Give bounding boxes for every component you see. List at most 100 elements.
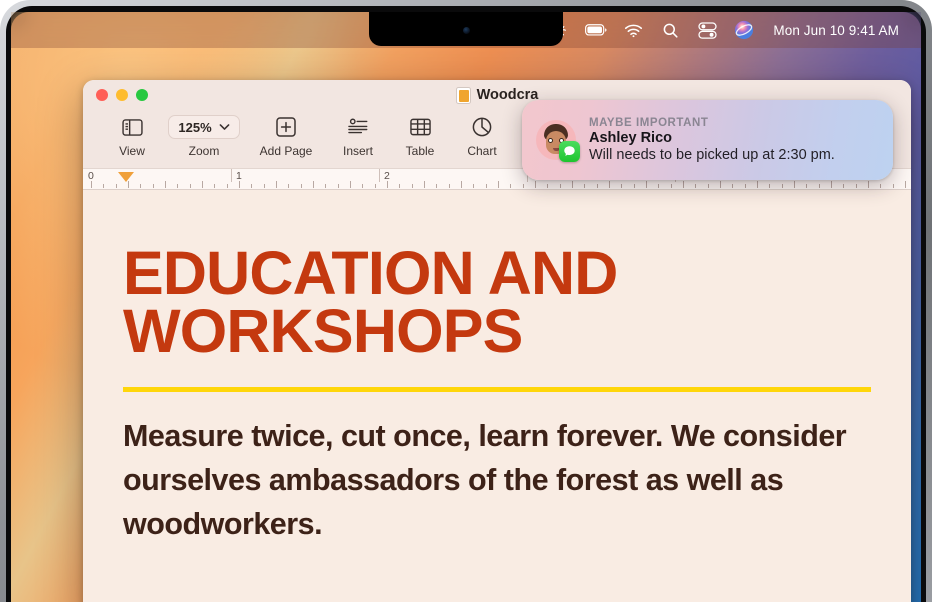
ruler-tick xyxy=(325,184,327,188)
notch xyxy=(369,12,563,46)
ruler-tick xyxy=(177,184,179,188)
ruler-tick xyxy=(683,181,684,188)
ruler-tick xyxy=(596,184,598,188)
insert-list-icon xyxy=(347,115,369,139)
ruler-tick xyxy=(189,184,191,188)
messages-icon xyxy=(559,141,580,162)
ruler-tick xyxy=(165,181,166,188)
ruler-tick xyxy=(263,184,265,188)
ruler-tick xyxy=(794,181,795,188)
toolbar-table-label: Table xyxy=(405,144,435,158)
ruler-tick xyxy=(411,184,413,188)
ruler-tick xyxy=(103,184,105,188)
ruler-tick xyxy=(905,181,906,188)
ruler-tick xyxy=(855,184,857,188)
ruler-tick xyxy=(485,184,487,188)
table-grid-icon xyxy=(409,115,431,139)
ruler-tick xyxy=(769,184,771,188)
ruler-tick xyxy=(831,181,832,188)
memoji-eye xyxy=(548,138,553,143)
ruler-tick xyxy=(473,184,475,188)
ruler-tick xyxy=(818,184,820,188)
ruler-tick xyxy=(868,181,869,188)
ruler-separator xyxy=(231,169,232,182)
toolbar-view-label: View xyxy=(119,144,145,158)
toolbar-view-button[interactable]: View xyxy=(101,112,163,158)
toolbar-add-page-button[interactable]: Add Page xyxy=(245,112,327,158)
screen: Mon Jun 10 9:41 AM Woodcra View 125% Zoo… xyxy=(11,12,921,602)
ruler-tick xyxy=(461,181,462,188)
ruler-tick xyxy=(757,181,758,188)
ruler-tick xyxy=(91,181,92,188)
ruler-tick xyxy=(646,181,647,188)
indent-marker-icon[interactable] xyxy=(118,172,134,182)
toolbar-insert-button[interactable]: Insert xyxy=(327,112,389,158)
ruler-tick xyxy=(510,184,512,188)
ruler-tick xyxy=(374,184,376,188)
ruler-tick xyxy=(288,184,290,188)
headline-rule xyxy=(123,386,871,392)
zoom-dropdown[interactable]: 125% xyxy=(168,115,240,139)
ruler-tick xyxy=(140,184,142,188)
wifi-icon[interactable] xyxy=(622,19,644,41)
ruler-tick xyxy=(128,181,129,188)
ruler-tick xyxy=(584,184,586,188)
notification-banner[interactable]: MAYBE IMPORTANT Ashley Rico Will needs t… xyxy=(522,100,893,180)
siri-icon[interactable] xyxy=(733,19,755,41)
ruler-tick xyxy=(744,184,746,188)
ruler-tick xyxy=(720,181,721,188)
ruler-tick xyxy=(214,184,216,188)
ruler-tick xyxy=(670,184,672,188)
ruler-tick xyxy=(313,181,314,188)
ruler-tick xyxy=(781,184,783,188)
ruler-separator xyxy=(379,169,380,182)
plus-square-icon xyxy=(276,115,296,139)
document-headline: EDUCATION AND WORKSHOPS xyxy=(123,239,618,365)
ruler-tick xyxy=(498,181,499,188)
toolbar-zoom-control[interactable]: 125% Zoom xyxy=(163,112,245,158)
toolbar-table-button[interactable]: Table xyxy=(389,112,451,158)
toolbar-chart-button[interactable]: Chart xyxy=(451,112,513,158)
battery-icon[interactable] xyxy=(585,19,607,41)
sidebar-icon xyxy=(121,115,143,139)
chevron-down-icon xyxy=(219,118,230,136)
camera-icon xyxy=(462,26,470,34)
notification-sender: Ashley Rico xyxy=(589,130,672,146)
notification-text-group: MAYBE IMPORTANT Ashley Rico Will needs t… xyxy=(589,117,835,163)
ruler-tick xyxy=(806,184,808,188)
ruler-tick xyxy=(843,184,845,188)
zoom-button[interactable] xyxy=(136,89,148,101)
document-canvas[interactable]: EDUCATION AND WORKSHOPS Measure twice, c… xyxy=(83,190,911,602)
menubar-clock[interactable]: Mon Jun 10 9:41 AM xyxy=(773,23,899,38)
ruler-tick xyxy=(387,181,388,188)
ruler-tick xyxy=(572,181,573,188)
laptop-bezel: Mon Jun 10 9:41 AM Woodcra View 125% Zoo… xyxy=(0,0,932,602)
toolbar-zoom-label: Zoom xyxy=(188,144,220,158)
document-body-text: Measure twice, cut once, learn forever. … xyxy=(123,418,847,542)
ruler-tick xyxy=(436,184,438,188)
notification-kicker: MAYBE IMPORTANT xyxy=(589,117,709,129)
minimize-button[interactable] xyxy=(116,89,128,101)
ruler-tick xyxy=(448,184,450,188)
toolbar-add-page-label: Add Page xyxy=(259,144,313,158)
control-center-icon[interactable] xyxy=(696,19,718,41)
toolbar-chart-label: Chart xyxy=(467,144,497,158)
notification-avatar-group xyxy=(536,120,580,162)
ruler-tick xyxy=(424,181,425,188)
ruler-tick xyxy=(251,184,253,188)
pages-document-icon xyxy=(455,86,471,104)
notification-message: Will needs to be picked up at 2:30 pm. xyxy=(589,147,835,163)
ruler-tick xyxy=(559,184,561,188)
ruler-tick xyxy=(695,184,697,188)
close-button[interactable] xyxy=(96,89,108,101)
ruler-tick xyxy=(239,181,240,188)
search-icon[interactable] xyxy=(659,19,681,41)
toolbar-insert-label: Insert xyxy=(342,144,373,158)
ruler-tick xyxy=(880,184,882,188)
pie-chart-icon xyxy=(472,115,492,139)
ruler-tick xyxy=(732,184,734,188)
ruler-tick xyxy=(535,181,536,188)
ruler-tick xyxy=(300,184,302,188)
ruler-tick xyxy=(892,184,894,188)
ruler-tick xyxy=(707,184,709,188)
